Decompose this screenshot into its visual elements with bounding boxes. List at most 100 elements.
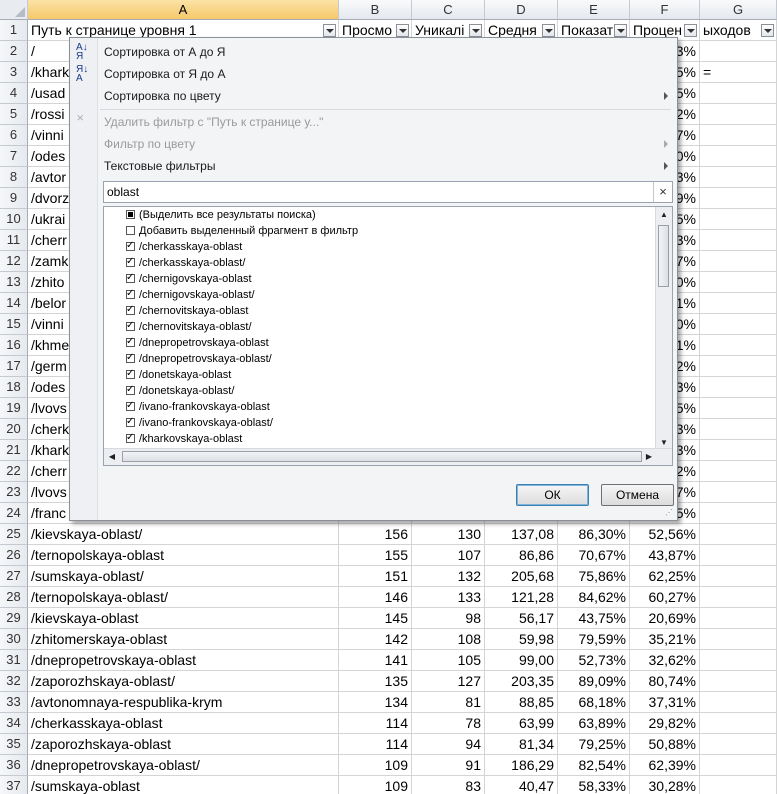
path-cell[interactable]: /dnepropetrovskaya-oblast/ (28, 755, 339, 776)
vertical-scrollbar[interactable]: ▲ ▼ (655, 207, 672, 451)
value-cell[interactable]: 94 (412, 734, 485, 755)
path-cell[interactable]: /cherkasskaya-oblast (28, 713, 339, 734)
value-cell[interactable]: 134 (339, 692, 412, 713)
value-cell[interactable]: 75,86% (558, 566, 630, 587)
value-cell[interactable]: 141 (339, 650, 412, 671)
checkbox[interactable] (126, 415, 135, 429)
value-cell[interactable]: 43,75% (558, 608, 630, 629)
value-cell[interactable] (700, 335, 777, 356)
value-cell[interactable]: 114 (339, 713, 412, 734)
column-header-a[interactable]: A (28, 0, 339, 20)
value-cell[interactable]: 186,29 (485, 755, 558, 776)
row-header[interactable]: 15 (0, 314, 28, 335)
value-cell[interactable]: 32,62% (630, 650, 700, 671)
value-cell[interactable]: 62,39% (630, 755, 700, 776)
row-header[interactable]: 10 (0, 209, 28, 230)
checkbox[interactable] (126, 303, 135, 317)
value-cell[interactable]: 107 (412, 545, 485, 566)
row-header[interactable]: 33 (0, 692, 28, 713)
row-header[interactable]: 16 (0, 335, 28, 356)
value-cell[interactable]: 81 (412, 692, 485, 713)
checkbox[interactable] (126, 271, 135, 285)
filter-values-list[interactable]: (Выделить все результаты поиска) Добавить… (103, 206, 673, 466)
value-cell[interactable]: 146 (339, 587, 412, 608)
value-cell[interactable]: 60,27% (630, 587, 700, 608)
filter-dropdown-icon[interactable] (614, 24, 627, 37)
cancel-button[interactable]: Отмена (601, 484, 674, 506)
value-cell[interactable]: 135 (339, 671, 412, 692)
row-header[interactable]: 9 (0, 188, 28, 209)
value-cell[interactable] (700, 356, 777, 377)
value-cell[interactable]: 43,87% (630, 545, 700, 566)
resize-grip-icon[interactable]: ⋰ (665, 508, 675, 518)
value-cell[interactable]: 105 (412, 650, 485, 671)
value-cell[interactable] (700, 650, 777, 671)
checkbox[interactable] (126, 239, 135, 253)
path-cell[interactable]: /sumskaya-oblast (28, 776, 339, 794)
value-cell[interactable] (700, 440, 777, 461)
row-header[interactable]: 4 (0, 83, 28, 104)
column-header-e[interactable]: E (558, 0, 630, 20)
filter-dropdown-icon[interactable] (323, 24, 336, 37)
value-cell[interactable] (700, 398, 777, 419)
checkbox[interactable] (126, 287, 135, 301)
row-header[interactable]: 17 (0, 356, 28, 377)
column-header-c[interactable]: C (412, 0, 485, 20)
path-cell[interactable]: /zaporozhskaya-oblast (28, 734, 339, 755)
value-cell[interactable]: 81,34 (485, 734, 558, 755)
value-cell[interactable]: 156 (339, 524, 412, 545)
row-header[interactable]: 30 (0, 629, 28, 650)
value-cell[interactable] (700, 209, 777, 230)
value-cell[interactable]: 84,62% (558, 587, 630, 608)
value-cell[interactable]: 78 (412, 713, 485, 734)
row-header[interactable]: 31 (0, 650, 28, 671)
value-cell[interactable]: 91 (412, 755, 485, 776)
path-cell[interactable]: /zaporozhskaya-oblast/ (28, 671, 339, 692)
row-header[interactable]: 37 (0, 776, 28, 794)
value-cell[interactable]: 151 (339, 566, 412, 587)
filter-dropdown-icon[interactable] (761, 24, 774, 37)
row-header[interactable]: 36 (0, 755, 28, 776)
row-header[interactable]: 7 (0, 146, 28, 167)
row-header[interactable]: 32 (0, 671, 28, 692)
checkbox[interactable] (126, 367, 135, 381)
column-header-g[interactable]: G (700, 0, 777, 20)
path-cell[interactable]: /dnepropetrovskaya-oblast (28, 650, 339, 671)
scroll-left-icon[interactable]: ◀ (105, 450, 119, 464)
value-cell[interactable]: 205,68 (485, 566, 558, 587)
value-cell[interactable]: 155 (339, 545, 412, 566)
column-header-b[interactable]: B (339, 0, 412, 20)
value-cell[interactable]: 108 (412, 629, 485, 650)
row-header[interactable]: 3 (0, 62, 28, 83)
value-cell[interactable]: 137,08 (485, 524, 558, 545)
value-cell[interactable]: 109 (339, 776, 412, 794)
checkbox[interactable] (126, 383, 135, 397)
row-header[interactable]: 11 (0, 230, 28, 251)
value-cell[interactable]: 63,89% (558, 713, 630, 734)
path-cell[interactable]: /avtonomnaya-respublika-krym (28, 692, 339, 713)
horizontal-scroll-thumb[interactable] (122, 451, 642, 462)
value-cell[interactable] (700, 272, 777, 293)
value-cell[interactable]: 70,67% (558, 545, 630, 566)
menu-sort-asc[interactable]: Сортировка от А до Я (104, 42, 225, 62)
value-cell[interactable]: 52,73% (558, 650, 630, 671)
checkbox[interactable] (126, 351, 135, 365)
row-header[interactable]: 12 (0, 251, 28, 272)
column-header-d[interactable]: D (485, 0, 558, 20)
value-cell[interactable] (700, 692, 777, 713)
row-header[interactable]: 14 (0, 293, 28, 314)
value-cell[interactable] (700, 125, 777, 146)
value-cell[interactable] (700, 524, 777, 545)
value-cell[interactable] (700, 419, 777, 440)
filter-dropdown-icon[interactable] (542, 24, 555, 37)
filter-dropdown-icon[interactable] (469, 24, 482, 37)
path-cell[interactable]: /zhitomerskaya-oblast (28, 629, 339, 650)
column-header-f[interactable]: F (630, 0, 700, 20)
row-header[interactable]: 20 (0, 419, 28, 440)
menu-sort-desc[interactable]: Сортировка от Я до А (104, 64, 225, 84)
row-header[interactable]: 21 (0, 440, 28, 461)
clear-search-icon[interactable]: × (653, 182, 672, 202)
checkbox[interactable] (126, 431, 135, 445)
menu-text-filters[interactable]: Текстовые фильтры (104, 156, 668, 176)
value-cell[interactable]: 52,56% (630, 524, 700, 545)
